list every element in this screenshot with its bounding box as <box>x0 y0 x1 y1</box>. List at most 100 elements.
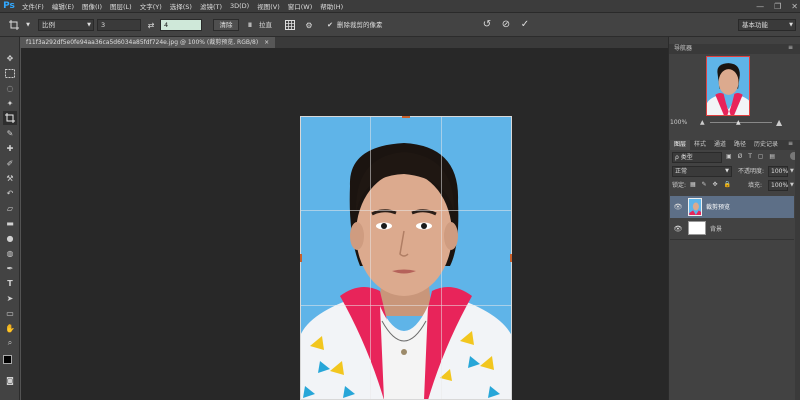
chevron-down-icon: ▼ <box>87 22 91 28</box>
delete-cropped-checkbox[interactable]: ✔ <box>326 19 334 31</box>
zoom-in-icon[interactable]: ▲ <box>776 118 782 127</box>
history-brush-tool-icon[interactable]: ↶ <box>3 186 17 200</box>
panel-menu-icon[interactable]: ≡ <box>788 44 793 51</box>
layer-thumbnail-background <box>688 221 706 235</box>
eyedropper-tool-icon[interactable]: ✎ <box>3 126 17 140</box>
close-tab-icon[interactable]: × <box>264 39 269 46</box>
opacity-label: 不透明度: <box>738 168 765 175</box>
workspace-select[interactable]: 基本功能 ▼ <box>738 19 796 31</box>
tab-layers[interactable]: 图层 <box>670 140 691 150</box>
menu-select[interactable]: 选择(S) <box>166 1 196 11</box>
foreground-color-swatch[interactable] <box>3 355 12 364</box>
healing-brush-tool-icon[interactable]: ✚ <box>3 141 17 155</box>
zoom-out-icon[interactable]: ▲ <box>700 119 705 126</box>
lock-icons[interactable]: ▦ ✎ ✥ 🔒 <box>690 181 733 188</box>
menu-filter[interactable]: 滤镜(T) <box>196 1 226 11</box>
menu-help[interactable]: 帮助(H) <box>316 1 347 11</box>
document-tab[interactable]: f11f3a292df5e0fe94aa36ca5d6034a85fdf724e… <box>20 37 276 48</box>
quick-mask-icon[interactable]: ◙ <box>3 373 17 387</box>
portrait-image <box>300 116 512 400</box>
pen-tool-icon[interactable]: ✒ <box>3 261 17 275</box>
zoom-tool-icon[interactable]: ⌕ <box>3 336 17 350</box>
quick-select-tool-icon[interactable]: ✦ <box>3 96 17 110</box>
lock-label: 锁定: <box>672 182 687 189</box>
delete-cropped-label[interactable]: 删除裁剪的像素 <box>337 19 383 31</box>
fill-input[interactable]: 100% <box>768 180 788 191</box>
document-tab-title: f11f3a292df5e0fe94aa36ca5d6034a85fdf724e… <box>26 39 259 46</box>
straighten-icon[interactable]: Ⅱ <box>243 19 257 31</box>
overlay-grid-icon[interactable] <box>284 19 296 31</box>
eraser-tool-icon[interactable]: ▱ <box>3 201 17 215</box>
swap-dimensions-icon[interactable]: ⇄ <box>145 19 157 31</box>
menu-file[interactable]: 文件(F) <box>18 1 48 11</box>
navigator-tab[interactable]: 导航器 <box>670 44 696 54</box>
menu-view[interactable]: 视图(V) <box>253 1 284 11</box>
tab-styles[interactable]: 样式 <box>690 140 710 150</box>
gear-icon[interactable]: ⚙ <box>303 19 315 31</box>
lasso-tool-icon[interactable]: ◌ <box>3 81 17 95</box>
menu-type[interactable]: 文字(Y) <box>136 1 166 11</box>
hand-tool-icon[interactable]: ✋ <box>3 321 17 335</box>
navigator-zoom-value[interactable]: 100% <box>670 117 687 128</box>
layer-name-background[interactable]: 背景 <box>710 224 722 235</box>
reset-crop-icon[interactable]: ↺ <box>481 18 493 30</box>
photo-canvas[interactable] <box>300 116 512 400</box>
layer-filter-icons[interactable]: ▣ Ø T ▢ ▤ <box>726 153 777 160</box>
tab-channels[interactable]: 通道 <box>710 140 730 150</box>
menu-bar: Ps 文件(F) 编辑(E) 图像(I) 图层(L) 文字(Y) 选择(S) 滤… <box>0 0 800 13</box>
clear-button[interactable]: 清除 <box>213 19 239 31</box>
preset-dropdown-arrow-icon[interactable]: ▼ <box>22 19 34 31</box>
blur-tool-icon[interactable]: ● <box>3 231 17 245</box>
navigator-thumbnail-image <box>707 57 749 115</box>
minimize-button[interactable]: — <box>756 2 764 11</box>
eye-icon[interactable]: 👁 <box>673 224 683 234</box>
menu-3d[interactable]: 3D(D) <box>226 2 253 10</box>
close-button[interactable]: ✕ <box>791 2 798 11</box>
tools-panel: ✥ ◌ ✦ ✎ ✚ ✐ ⚒ ↶ ▱ ▬ ● ◍ ✒ T ➤ ▭ ✋ ⌕ ◙ <box>0 37 20 400</box>
workspace-value: 基本功能 <box>742 21 768 29</box>
chevron-down-icon[interactable]: ▼ <box>790 182 794 188</box>
commit-crop-icon[interactable]: ✓ <box>519 18 531 30</box>
zoom-slider-thumb-icon[interactable]: ▲ <box>736 119 741 126</box>
layers-scrollbar[interactable] <box>795 150 800 400</box>
menu-edit[interactable]: 编辑(E) <box>48 1 78 11</box>
layer-thumbnail-crop-preview <box>688 198 702 216</box>
ratio-height-input[interactable]: 4 <box>160 19 202 31</box>
tab-paths[interactable]: 路径 <box>730 140 750 150</box>
brush-tool-icon[interactable]: ✐ <box>3 156 17 170</box>
layer-name-crop-preview[interactable]: 裁剪预览 <box>706 202 730 213</box>
straighten-label[interactable]: 拉直 <box>259 19 272 31</box>
tab-history[interactable]: 历史记录 <box>750 140 782 150</box>
cancel-crop-icon[interactable]: ⊘ <box>500 18 512 30</box>
clone-stamp-tool-icon[interactable]: ⚒ <box>3 171 17 185</box>
type-tool-icon[interactable]: T <box>3 276 17 290</box>
eye-icon[interactable]: 👁 <box>673 202 683 212</box>
restore-button[interactable]: ❐ <box>774 2 781 11</box>
move-tool-icon[interactable]: ✥ <box>3 51 17 65</box>
navigator-preview[interactable] <box>706 56 750 116</box>
options-bar: ▼ 比例 ▼ 3 ⇄ 4 清除 Ⅱ 拉直 ⚙ ✔ 删除裁剪的像素 ↺ ⊘ ✓ 基… <box>0 13 800 37</box>
ratio-width-input[interactable]: 3 <box>97 19 141 31</box>
chevron-down-icon: ▼ <box>725 168 729 174</box>
menu-layer[interactable]: 图层(L) <box>106 1 136 11</box>
dodge-tool-icon[interactable]: ◍ <box>3 246 17 260</box>
blend-mode-value: 正常 <box>675 168 688 175</box>
panel-menu-icon[interactable]: ≡ <box>788 140 793 147</box>
navigator-zoom-slider[interactable] <box>710 122 772 123</box>
blend-mode-select[interactable]: 正常 ▼ <box>672 166 732 177</box>
fill-label: 填充: <box>748 182 763 189</box>
shape-tool-icon[interactable]: ▭ <box>3 306 17 320</box>
layer-filter-select[interactable]: ρ 类型 <box>672 152 722 163</box>
menu-window[interactable]: 窗口(W) <box>284 1 317 11</box>
photoshop-logo: Ps <box>3 1 15 11</box>
chevron-down-icon[interactable]: ▼ <box>790 168 794 174</box>
opacity-input[interactable]: 100% <box>768 166 788 177</box>
crop-tool-icon[interactable] <box>3 111 17 125</box>
path-select-tool-icon[interactable]: ➤ <box>3 291 17 305</box>
crop-tool-preset-icon[interactable] <box>8 19 20 31</box>
menu-image[interactable]: 图像(I) <box>78 1 106 11</box>
gradient-tool-icon[interactable]: ▬ <box>3 216 17 230</box>
crop-ratio-select[interactable]: 比例 ▼ <box>38 19 94 31</box>
window-controls: — ❐ ✕ <box>756 0 798 13</box>
marquee-tool-icon[interactable] <box>3 66 17 80</box>
